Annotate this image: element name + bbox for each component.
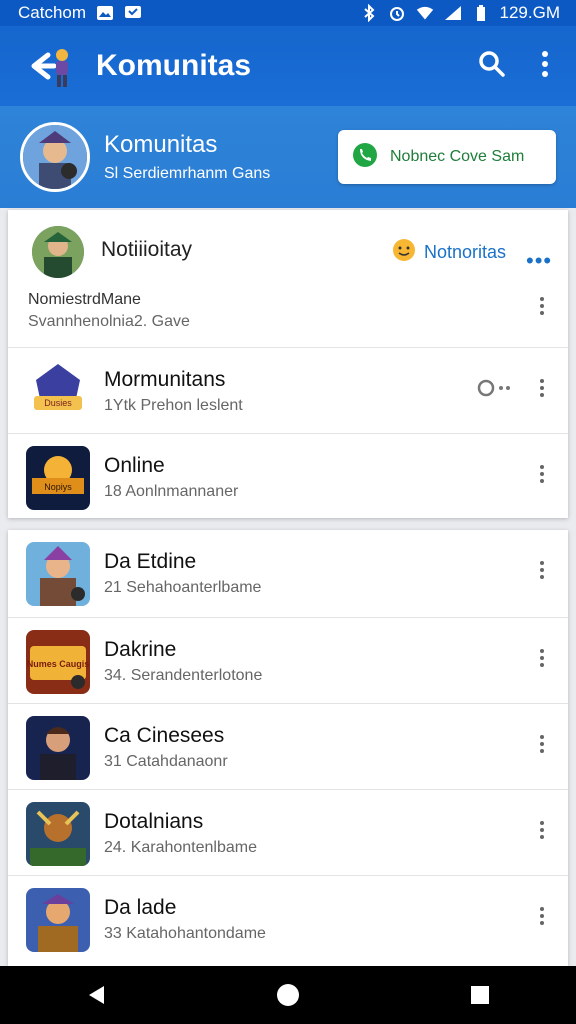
list-item[interactable]: Da Etdine 21 Sehahoanterlbame (8, 530, 568, 616)
more-vert-icon[interactable] (540, 50, 550, 83)
nav-home-button[interactable] (253, 966, 323, 1024)
list-item-subtitle: 24. Karahontenlbame (104, 839, 257, 856)
bluetooth-icon (360, 4, 378, 22)
list-item-title: Dotalnians (104, 810, 204, 833)
thumbnail-label: Numes Caugis (27, 659, 90, 669)
notification-name: NomiestrdMane (28, 291, 141, 308)
notification-title: Notiiioitay (101, 238, 193, 261)
community-thumbnail (26, 716, 90, 780)
list-item-subtitle: 34. Serandenterlotone (104, 667, 263, 684)
list-item-subtitle: 1Ytk Prehon leslent (104, 397, 243, 414)
list-item-title: Dakrine (104, 638, 177, 661)
community-thumbnail: Nopiys (26, 446, 90, 510)
more-options-icon[interactable] (530, 732, 554, 756)
list-item-subtitle: 18 Aonlnmannaner (104, 483, 239, 500)
community-members: Sl Serdiemrhanm Gans (104, 165, 271, 182)
back-arrow-icon (31, 49, 68, 87)
system-nav-bar (0, 966, 576, 1024)
notification-tag[interactable]: Notnoritas (392, 238, 506, 267)
join-community-button[interactable]: Nobnec Cove Sam (338, 130, 556, 184)
search-icon[interactable] (478, 50, 506, 83)
phone-icon (352, 142, 378, 173)
list-item-title: Da lade (104, 896, 177, 919)
list-item-title: Online (104, 454, 165, 477)
back-button[interactable] (0, 26, 90, 106)
list-item[interactable]: Da lade 33 Katahohantondame (8, 875, 568, 962)
battery-icon (472, 4, 490, 22)
community-thumbnail (26, 888, 90, 952)
nav-recents-button[interactable] (445, 966, 515, 1024)
more-options-icon[interactable] (530, 646, 554, 670)
signal-icon (444, 4, 462, 22)
community-thumbnail: Numes Caugis (26, 630, 90, 694)
status-bar: Catchom 129.GM (0, 0, 576, 26)
community-name: Komunitas (104, 131, 218, 158)
message-icon (124, 4, 142, 22)
page-title: Komunitas (96, 49, 252, 82)
emoji-icon (392, 238, 416, 267)
notification-avatar (32, 226, 84, 278)
notification-card: Notiiioitay Notnoritas ••• NomiestrdMane… (8, 210, 568, 518)
carrier-label: Catchom (18, 3, 87, 22)
nav-recents-icon (471, 986, 489, 1004)
app-bar: Komunitas (0, 26, 576, 106)
more-options-icon[interactable] (530, 558, 554, 582)
list-item[interactable]: Nopiys Online 18 Aonlnmannaner (8, 433, 568, 520)
list-item[interactable]: Dusies Mormunitans 1Ytk Prehon leslent (8, 347, 568, 434)
list-item-title: Mormunitans (104, 368, 226, 391)
status-time: 129.GM (499, 3, 560, 22)
nav-home-icon (277, 984, 299, 1006)
list-item-subtitle: 21 Sehahoanterlbame (104, 579, 262, 596)
notification-more-button[interactable]: ••• (526, 248, 552, 274)
join-button-label: Nobnec Cove Sam (390, 148, 525, 165)
list-item[interactable]: Dotalnians 24. Karahontenlbame (8, 789, 568, 876)
more-options-icon[interactable] (530, 462, 554, 486)
community-banner: Komunitas Sl Serdiemrhanm Gans Nobnec Co… (0, 106, 576, 208)
notification-header: Notiiioitay Notnoritas ••• (8, 210, 568, 290)
nav-back-icon (89, 986, 104, 1004)
more-options-icon[interactable] (530, 904, 554, 928)
community-thumbnail (26, 542, 90, 606)
community-avatar[interactable] (20, 122, 90, 192)
community-thumbnail: Dusies (26, 360, 90, 424)
nav-back-button[interactable] (61, 966, 131, 1024)
alarm-icon (388, 4, 406, 22)
more-options-icon[interactable] (530, 294, 554, 318)
image-icon (96, 4, 114, 22)
thumbnail-label: Nopiys (44, 482, 72, 492)
list-item[interactable]: Ca Cinesees 31 Catahdanaonr (8, 703, 568, 790)
notification-tag-label: Notnoritas (424, 242, 507, 262)
list-item[interactable]: Numes Caugis Dakrine 34. Serandenterloto… (8, 617, 568, 704)
thumbnail-label: Dusies (44, 398, 72, 408)
list-item-subtitle: 33 Katahohantondame (104, 925, 266, 942)
more-options-icon[interactable] (530, 376, 554, 400)
community-thumbnail (26, 802, 90, 866)
list-item-subtitle: 31 Catahdanaonr (104, 753, 228, 770)
toggle-icon[interactable] (477, 378, 513, 398)
more-options-icon[interactable] (530, 818, 554, 842)
list-item-title: Ca Cinesees (104, 724, 225, 747)
notification-subtitle: Svannhenolnia2. Gave (28, 313, 190, 330)
community-list: Da Etdine 21 Sehahoanterlbame Numes Caug… (8, 530, 568, 966)
list-item-title: Da Etdine (104, 550, 197, 573)
wifi-icon (416, 4, 434, 22)
